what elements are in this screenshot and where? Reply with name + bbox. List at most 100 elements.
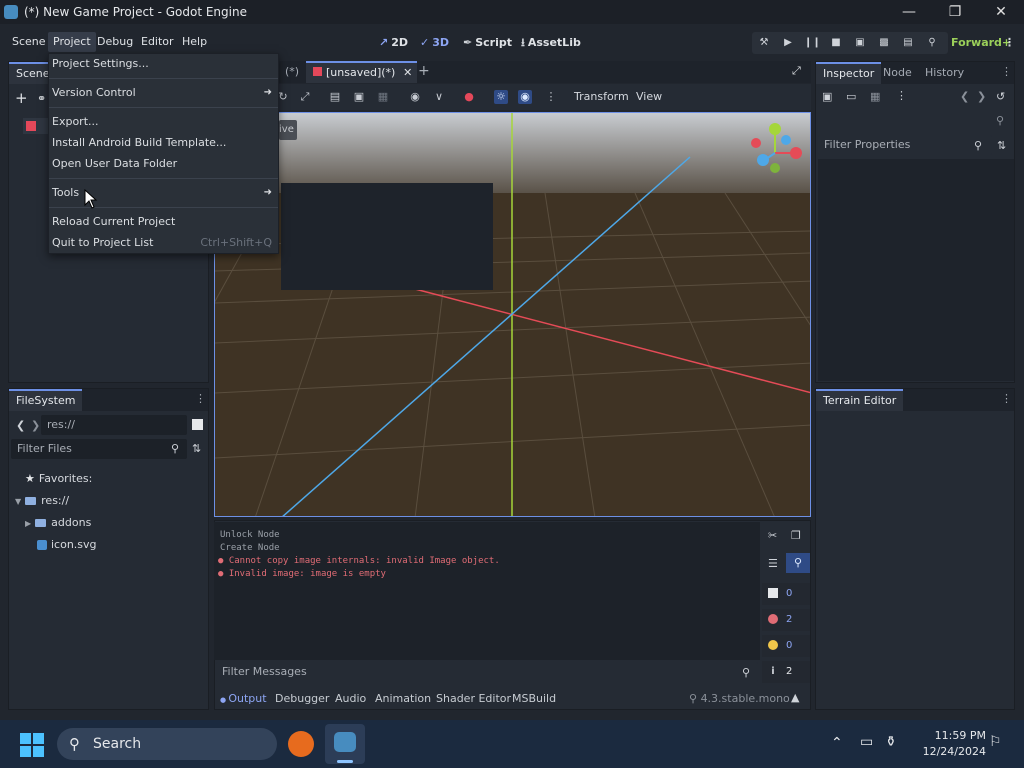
menu-editor[interactable]: Editor xyxy=(136,32,179,52)
pause-icon[interactable]: ❙❙ xyxy=(804,35,821,51)
record-icon[interactable]: ● xyxy=(462,90,476,104)
collapse-icon[interactable]: ☰ xyxy=(768,557,778,570)
menu-item-android-template[interactable]: Install Android Build Template... xyxy=(49,133,278,153)
play-scene-icon[interactable]: ▤ xyxy=(900,35,916,51)
windows-start-icon[interactable] xyxy=(20,733,44,757)
settings-gear-icon[interactable]: ⋮ xyxy=(1004,33,1015,53)
scene-tab-partial[interactable]: (*) xyxy=(278,61,306,83)
menu-item-quit-to-list[interactable]: Quit to Project List Ctrl+Shift+Q xyxy=(49,233,278,253)
menu-help[interactable]: Help xyxy=(177,32,212,52)
chevron-up-icon[interactable]: ⌃ xyxy=(831,735,843,751)
menu-item-project-settings[interactable]: Project Settings... xyxy=(49,54,278,74)
stop-icon[interactable]: ■ xyxy=(828,35,844,51)
clock[interactable]: 11:59 PM 12/24/2024 xyxy=(916,729,986,758)
close-tab-icon[interactable]: ✕ xyxy=(403,63,412,82)
add-node-icon[interactable]: + xyxy=(15,91,28,106)
more-icon[interactable]: ⋮ xyxy=(896,89,907,102)
tab-debugger[interactable]: Debugger xyxy=(275,690,329,708)
open-folder-icon[interactable]: ▭ xyxy=(846,90,856,103)
menu-item-reload-project[interactable]: Reload Current Project xyxy=(49,212,278,232)
scale-icon[interactable]: ⤢ xyxy=(298,90,312,104)
path-field[interactable]: res:// xyxy=(41,415,187,435)
forward-icon[interactable]: ❯ xyxy=(977,90,986,103)
volume-muted-icon[interactable]: ⚱ xyxy=(885,734,897,750)
hammer-icon[interactable]: ⚒ xyxy=(756,35,772,51)
sort-icon[interactable]: ⇅ xyxy=(997,139,1006,152)
transform-menu[interactable]: Transform xyxy=(574,90,629,103)
godot-taskbar-button[interactable] xyxy=(325,724,365,764)
add-tab-icon[interactable]: + xyxy=(418,63,430,79)
back-icon[interactable]: ❮ xyxy=(960,90,969,103)
tab-node[interactable]: Node xyxy=(876,62,919,84)
group-icon[interactable]: ▦ xyxy=(376,90,390,104)
sort-icon[interactable]: ⇅ xyxy=(192,442,201,455)
scene-tab-unsaved[interactable]: [unsaved](*) ✕ xyxy=(306,61,418,83)
history-icon[interactable]: ↺ xyxy=(996,90,1005,103)
tab-inspector[interactable]: Inspector xyxy=(816,62,882,84)
tab-filesystem[interactable]: FileSystem xyxy=(9,389,83,411)
remote-debug-icon[interactable]: ▣ xyxy=(852,35,868,51)
new-resource-icon[interactable]: ▣ xyxy=(822,90,832,103)
play-icon[interactable]: ▶ xyxy=(780,35,796,51)
3d-viewport[interactable] xyxy=(214,112,811,517)
main-assetlib-button[interactable]: ⭳ AssetLib xyxy=(521,33,581,53)
renderer-selector[interactable]: Forward+ xyxy=(951,33,1011,53)
forward-icon[interactable]: ❯ xyxy=(31,419,40,432)
tab-output[interactable]: ● Output xyxy=(220,690,267,708)
menu-project[interactable]: Project xyxy=(48,32,96,52)
search-toggle-icon[interactable]: ⚲ xyxy=(786,553,810,573)
clear-output-icon[interactable]: ✂ xyxy=(768,529,777,542)
filter-messages-input[interactable]: Filter Messages xyxy=(216,662,758,682)
scene-root-node[interactable] xyxy=(23,118,51,134)
menu-item-user-data-folder[interactable]: Open User Data Folder xyxy=(49,154,278,174)
view-menu[interactable]: View xyxy=(636,90,662,103)
res-root-item[interactable]: ▼ res:// xyxy=(15,494,69,507)
filter-files-input[interactable]: Filter Files xyxy=(11,439,187,459)
menu-scene[interactable]: Scene xyxy=(7,32,51,52)
menu-item-version-control[interactable]: Version Control ➜ xyxy=(49,83,278,103)
perspective-label[interactable]: ive xyxy=(279,120,297,140)
display-icon[interactable]: ▭ xyxy=(860,734,873,750)
copy-icon[interactable]: ❐ xyxy=(791,529,801,542)
lock-icon[interactable]: ▣ xyxy=(352,90,366,104)
icon-svg-item[interactable]: icon.svg xyxy=(37,538,97,551)
pin-panel-icon[interactable]: ▲ xyxy=(791,691,799,704)
snap-icon[interactable]: ◉ xyxy=(408,90,422,104)
maximize-button[interactable]: ❐ xyxy=(932,0,978,24)
dock-menu-icon[interactable]: ⋮ xyxy=(1001,392,1012,405)
dock-menu-icon[interactable]: ⋮ xyxy=(1001,65,1012,78)
main-script-button[interactable]: ✒ Script xyxy=(463,33,512,53)
back-icon[interactable]: ❮ xyxy=(16,419,25,432)
save-icon[interactable]: ▦ xyxy=(870,90,880,103)
dock-menu-icon[interactable]: ⋮ xyxy=(195,392,206,405)
filter-messages-toggle[interactable]: 0 xyxy=(762,583,810,605)
play-custom-icon[interactable]: ⚲ xyxy=(924,35,940,51)
favorites-item[interactable]: ★ Favorites: xyxy=(25,472,92,485)
filter-info-toggle[interactable]: i2 xyxy=(762,661,810,683)
tab-animation[interactable]: Animation xyxy=(375,690,431,708)
taskbar-search-box[interactable]: ⚲ Search xyxy=(57,728,277,760)
minimize-button[interactable]: — xyxy=(886,0,932,24)
environment-icon[interactable]: ◉ xyxy=(518,90,532,104)
main-2d-button[interactable]: ↗ 2D xyxy=(379,33,408,53)
tab-history[interactable]: History xyxy=(918,62,971,84)
transform-snap-icon[interactable]: ∨ xyxy=(432,90,446,104)
movie-icon[interactable]: ▩ xyxy=(876,35,892,51)
tab-shader-editor[interactable]: Shader Editor xyxy=(436,690,511,708)
close-window-button[interactable]: ✕ xyxy=(978,0,1024,24)
tab-msbuild[interactable]: MSBuild xyxy=(512,690,556,708)
more-options-icon[interactable]: ⋮ xyxy=(544,90,558,104)
menu-item-export[interactable]: Export... xyxy=(49,112,278,132)
ruler-icon[interactable]: ▤ xyxy=(328,90,342,104)
sun-icon[interactable]: ☼ xyxy=(494,90,508,104)
filter-properties-input[interactable]: Filter Properties xyxy=(818,135,992,155)
tab-terrain-editor[interactable]: Terrain Editor xyxy=(816,389,904,411)
split-view-icon[interactable] xyxy=(192,419,203,430)
firefox-icon[interactable] xyxy=(288,731,314,757)
pin-icon[interactable]: ⚲ xyxy=(996,114,1004,127)
tab-audio[interactable]: Audio xyxy=(335,690,366,708)
addons-folder-item[interactable]: ▶ addons xyxy=(25,516,91,529)
notification-bell-icon[interactable]: ⚐ xyxy=(989,734,1002,750)
menu-debug[interactable]: Debug xyxy=(92,32,138,52)
distraction-free-icon[interactable]: ⤢ xyxy=(792,64,801,78)
